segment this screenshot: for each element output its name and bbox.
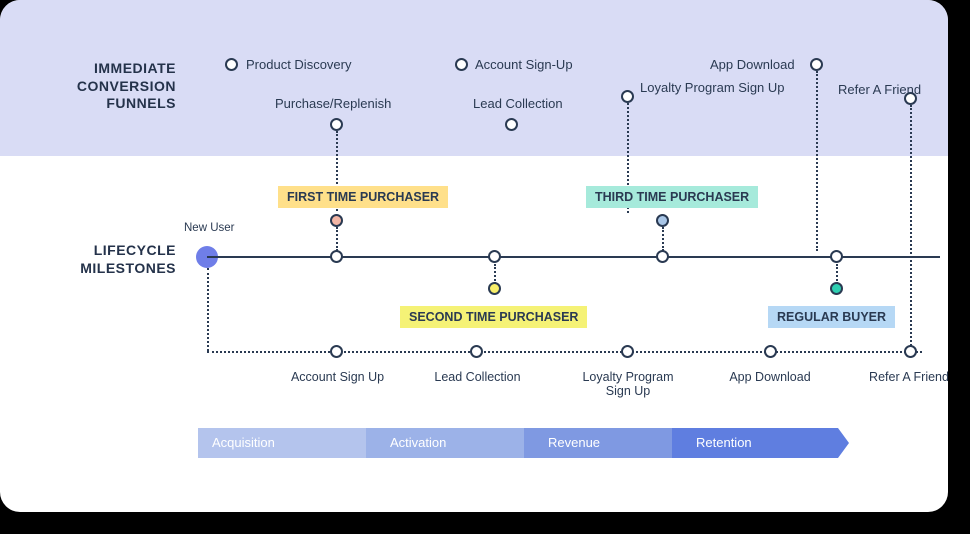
milestone-dot-first — [330, 214, 343, 227]
bottom-dotted-track — [207, 351, 922, 353]
dotted-connector — [207, 268, 209, 351]
section-title-funnels: IMMEDIATE CONVERSION FUNNELS — [56, 60, 176, 113]
stage-acquisition: Acquisition — [198, 428, 366, 458]
funnel-account-signup: Account Sign-Up — [475, 57, 573, 72]
bottom-node — [470, 345, 483, 358]
funnel-app-download: App Download — [710, 57, 795, 72]
bottom-node — [621, 345, 634, 358]
milestone-dot-regular — [830, 282, 843, 295]
stage-bar: Acquisition Activation Revenue Retention — [198, 428, 838, 458]
funnel-loyalty-program: Loyalty Program Sign Up — [640, 80, 740, 95]
dotted-connector — [336, 227, 338, 251]
circle-icon — [810, 58, 823, 71]
dotted-connector — [816, 71, 818, 251]
dotted-connector — [910, 105, 912, 350]
diagram-card: IMMEDIATE CONVERSION FUNNELS LIFECYCLE M… — [0, 0, 948, 512]
funnel-product-discovery: Product Discovery — [246, 57, 351, 72]
stage-revenue: Revenue — [524, 428, 672, 458]
stage-retention: Retention — [672, 428, 838, 458]
section-title-milestones: LIFECYCLE MILESTONES — [56, 242, 176, 277]
funnel-lead-collection: Lead Collection — [473, 96, 563, 111]
milestone-dot-second — [488, 282, 501, 295]
bottom-node — [904, 345, 917, 358]
bottom-node — [330, 345, 343, 358]
bottom-label-loyalty-program: Loyalty Program Sign Up — [573, 370, 683, 398]
tag-second-time-purchaser: SECOND TIME PURCHASER — [400, 306, 587, 328]
circle-icon — [904, 92, 917, 105]
timeline-node — [330, 250, 343, 263]
circle-icon — [330, 118, 343, 131]
dotted-connector — [494, 264, 496, 284]
circle-icon — [225, 58, 238, 71]
timeline-node — [830, 250, 843, 263]
circle-icon — [621, 90, 634, 103]
circle-icon — [505, 118, 518, 131]
dotted-connector — [662, 227, 664, 251]
bottom-label-app-download: App Download — [720, 370, 820, 384]
funnel-purchase-replenish: Purchase/Replenish — [275, 96, 391, 111]
timeline-node — [488, 250, 501, 263]
bottom-label-account-signup: Account Sign Up — [285, 370, 390, 384]
bottom-label-lead-collection: Lead Collection — [425, 370, 530, 384]
tag-regular-buyer: REGULAR BUYER — [768, 306, 895, 328]
new-user-label: New User — [184, 222, 234, 234]
stage-activation: Activation — [366, 428, 524, 458]
timeline-node — [656, 250, 669, 263]
bottom-label-refer-friend: Refer A Friend — [854, 370, 948, 384]
bottom-node — [764, 345, 777, 358]
milestone-dot-third — [656, 214, 669, 227]
circle-icon — [455, 58, 468, 71]
dotted-connector — [836, 264, 838, 284]
tag-third-time-purchaser: THIRD TIME PURCHASER — [586, 186, 758, 208]
funnel-refer-friend: Refer A Friend — [838, 82, 896, 97]
tag-first-time-purchaser: FIRST TIME PURCHASER — [278, 186, 448, 208]
